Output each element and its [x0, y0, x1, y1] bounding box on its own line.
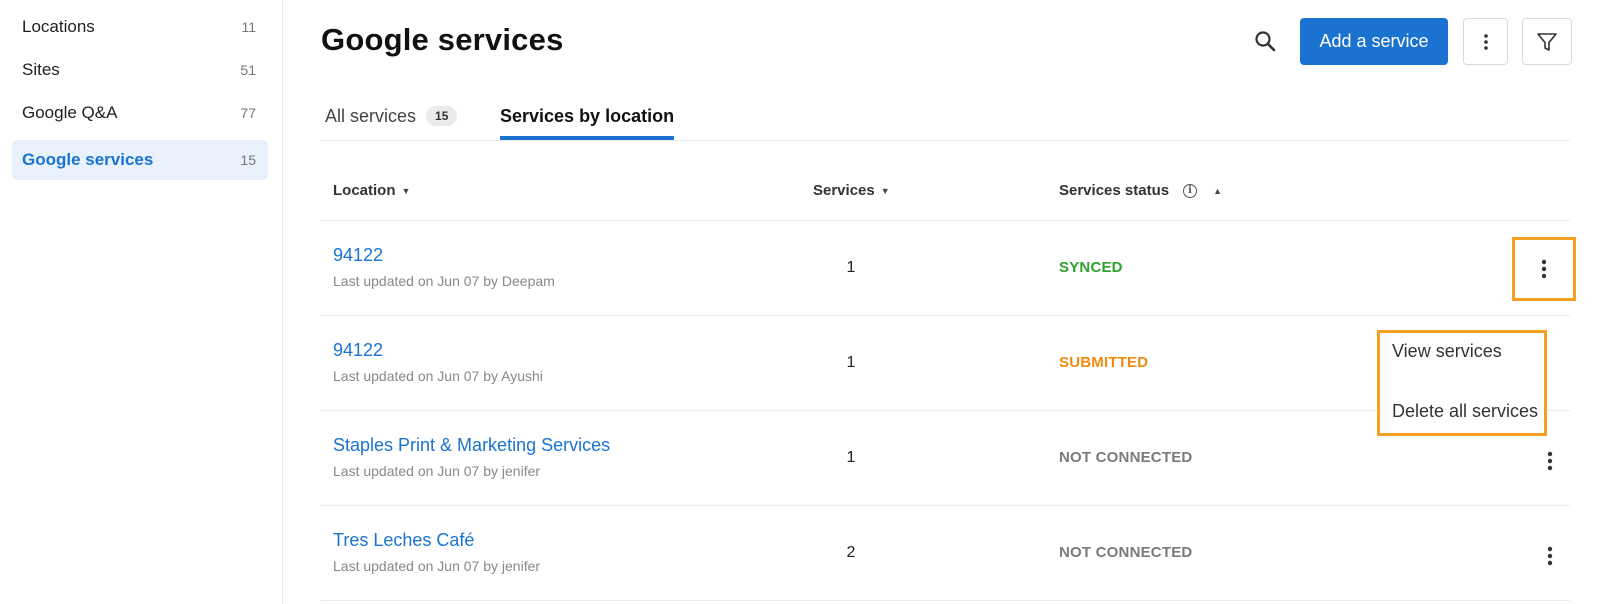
more-vertical-icon — [1547, 546, 1553, 566]
last-updated-text: Last updated on Jun 07 by Ayushi — [333, 368, 543, 384]
more-vertical-icon — [1547, 451, 1553, 471]
table-row: Tres Leches Café Last updated on Jun 07 … — [321, 506, 1570, 601]
sidebar-item-label: Google Q&A — [22, 103, 118, 122]
search-icon — [1255, 31, 1276, 52]
location-link[interactable]: 94122 — [333, 340, 383, 361]
sidebar-item-label: Sites — [22, 60, 60, 79]
row-actions-button[interactable] — [1521, 528, 1579, 584]
filter-button[interactable] — [1522, 18, 1572, 65]
column-header-status[interactable]: Services status i ▲ — [1059, 182, 1222, 199]
tab-label: Services by location — [500, 105, 675, 126]
sidebar-item-count: 51 — [240, 62, 256, 78]
sidebar-item-google-services[interactable]: Google services 15 — [12, 140, 268, 180]
status-badge: NOT CONNECTED — [1059, 544, 1193, 561]
column-label: Services status — [1059, 182, 1170, 199]
more-options-button[interactable] — [1463, 18, 1508, 65]
add-service-button[interactable]: Add a service — [1300, 18, 1448, 65]
tab-services-by-location[interactable]: Services by location — [500, 92, 675, 140]
tab-label: All services — [325, 105, 417, 126]
services-count: 1 — [846, 354, 856, 371]
tab-bar: All services 15 Services by location — [321, 92, 1570, 141]
location-link[interactable]: 94122 — [333, 245, 383, 266]
row-actions-button[interactable] — [1521, 433, 1579, 489]
filter-icon — [1537, 32, 1557, 51]
status-badge: NOT CONNECTED — [1059, 449, 1193, 466]
sidebar-item-sites[interactable]: Sites 51 — [12, 50, 268, 90]
column-label: Location — [333, 182, 396, 199]
sidebar-item-label: Locations — [22, 17, 95, 36]
last-updated-text: Last updated on Jun 07 by jenifer — [333, 463, 541, 479]
sort-up-icon: ▲ — [1213, 185, 1222, 196]
last-updated-text: Last updated on Jun 07 by Deepam — [333, 273, 555, 289]
tab-all-services[interactable]: All services 15 — [325, 92, 458, 140]
search-button[interactable] — [1250, 26, 1280, 56]
last-updated-text: Last updated on Jun 07 by jenifer — [333, 558, 541, 574]
sidebar-item-label: Google services — [22, 150, 154, 169]
more-vertical-icon — [1541, 259, 1547, 279]
more-vertical-icon — [1483, 33, 1488, 50]
sidebar-item-count: 11 — [241, 19, 256, 35]
sort-down-icon: ▼ — [401, 185, 411, 196]
table-header: Location ▼ Services ▼ Services status i … — [321, 170, 1570, 221]
status-badge: SUBMITTED — [1059, 354, 1149, 371]
sort-down-icon: ▼ — [880, 185, 890, 196]
status-badge: SYNCED — [1059, 259, 1123, 276]
services-count: 1 — [846, 259, 856, 276]
row-actions-button[interactable] — [1512, 237, 1576, 301]
row-actions-menu: View services Delete all services — [1377, 330, 1547, 436]
sidebar-item-google-qa[interactable]: Google Q&A 77 — [12, 93, 268, 133]
column-label: Services — [813, 182, 875, 199]
menu-item-view-services[interactable]: View services — [1392, 341, 1502, 362]
menu-item-delete-all-services[interactable]: Delete all services — [1392, 401, 1538, 422]
location-link[interactable]: Staples Print & Marketing Services — [333, 435, 610, 456]
column-header-services[interactable]: Services ▼ — [813, 182, 890, 199]
page-title: Google services — [321, 22, 564, 57]
location-link[interactable]: Tres Leches Café — [333, 530, 474, 551]
info-icon[interactable]: i — [1183, 183, 1198, 198]
sidebar-item-count: 77 — [240, 105, 256, 121]
tab-count-badge: 15 — [426, 106, 458, 126]
column-header-location[interactable]: Location ▼ — [333, 182, 410, 199]
sidebar: Locations 11 Sites 51 Google Q&A 77 Goog… — [0, 0, 283, 604]
sidebar-item-count: 15 — [240, 152, 256, 168]
services-count: 1 — [846, 449, 856, 466]
sidebar-item-locations[interactable]: Locations 11 — [12, 7, 268, 47]
table-row: 94122 Last updated on Jun 07 by Deepam 1… — [321, 221, 1576, 316]
services-count: 2 — [846, 544, 856, 561]
